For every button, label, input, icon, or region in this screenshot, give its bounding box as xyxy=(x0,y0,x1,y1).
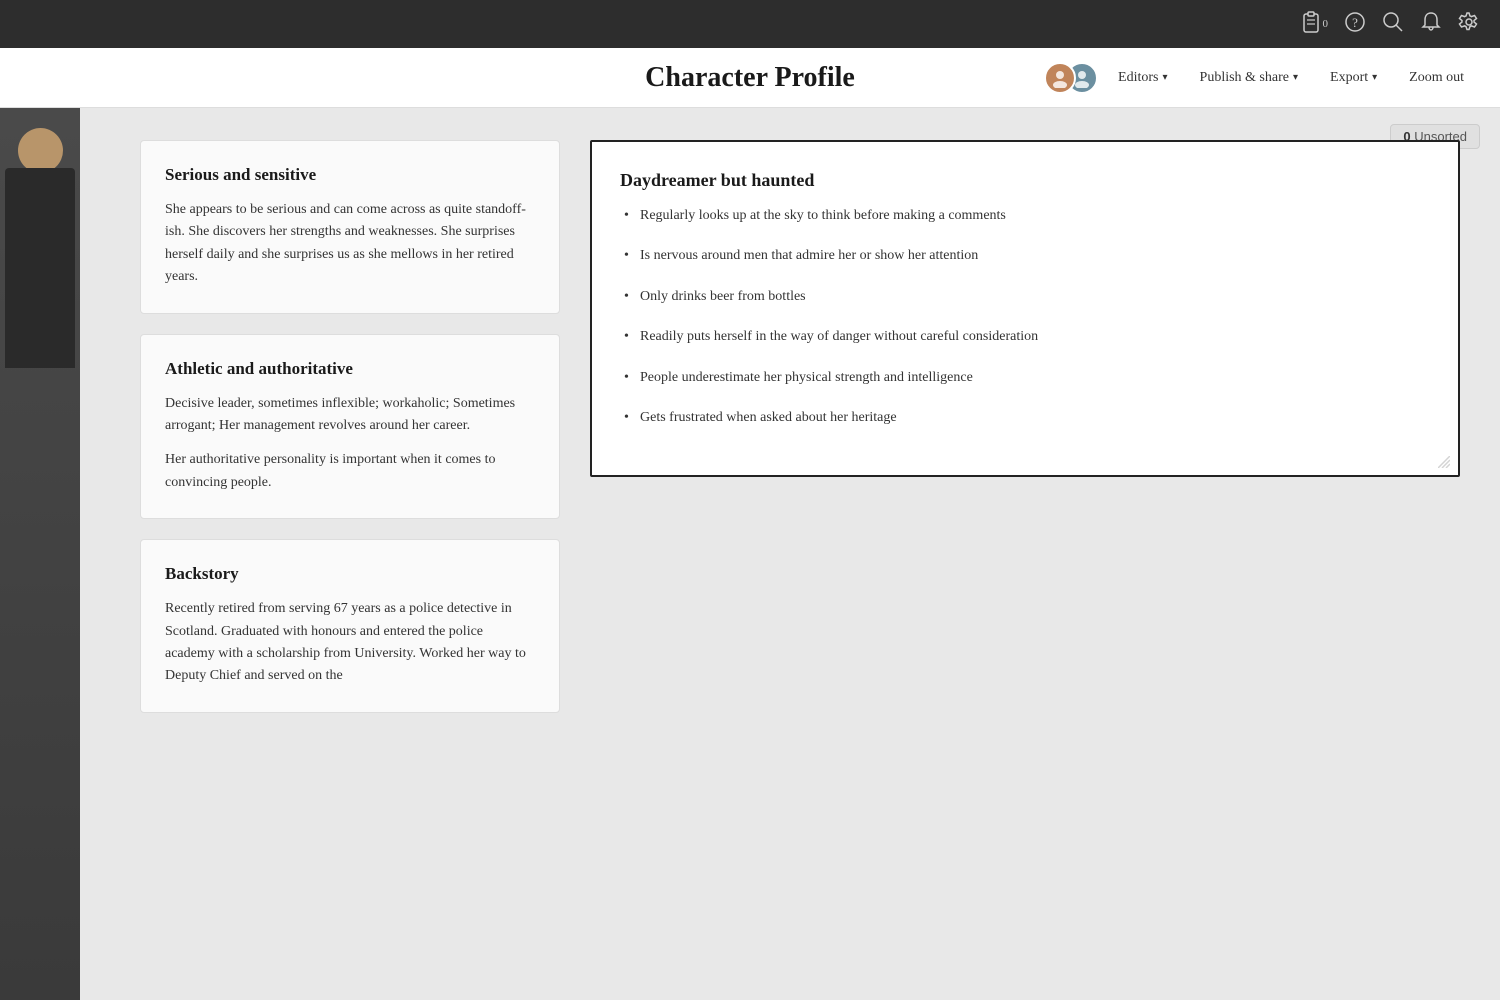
athletic-card-text2: Her authoritative personality is importa… xyxy=(165,449,535,494)
backstory-card-text: Recently retired from serving 67 years a… xyxy=(165,598,535,688)
bullet-item-1: Regularly looks up at the sky to think b… xyxy=(620,205,1430,227)
export-label: Export xyxy=(1330,70,1368,86)
character-body xyxy=(5,168,75,368)
bullet-item-4-text: Readily puts herself in the way of dange… xyxy=(640,329,1038,344)
avatar-group xyxy=(1044,62,1098,94)
editors-button[interactable]: Editors ▾ xyxy=(1106,64,1179,92)
daydreamer-bullet-list: Regularly looks up at the sky to think b… xyxy=(620,205,1430,429)
zoom-out-button[interactable]: Zoom out xyxy=(1397,64,1476,92)
help-icon: ? xyxy=(1344,11,1366,38)
bullet-item-6: Gets frustrated when asked about her her… xyxy=(620,407,1430,429)
bullet-item-5-text: People underestimate her physical streng… xyxy=(640,370,973,385)
top-bar: 0 ? xyxy=(0,0,1500,48)
zoom-out-label: Zoom out xyxy=(1409,70,1464,85)
bell-icon xyxy=(1420,11,1442,38)
athletic-card-text1: Decisive leader, sometimes inflexible; w… xyxy=(165,393,535,438)
serious-card-text: She appears to be serious and can come a… xyxy=(165,199,535,289)
backstory-card: Backstory Recently retired from serving … xyxy=(140,539,560,713)
cards-layout: Serious and sensitive She appears to be … xyxy=(140,140,1460,713)
right-column: Daydreamer but haunted Regularly looks u… xyxy=(590,140,1460,713)
bullet-item-1-text: Regularly looks up at the sky to think b… xyxy=(640,208,1006,223)
daydreamer-card-title: Daydreamer but haunted xyxy=(620,170,1430,191)
editors-label: Editors xyxy=(1118,70,1158,86)
bell-icon-wrapper[interactable] xyxy=(1420,11,1442,38)
serious-card: Serious and sensitive She appears to be … xyxy=(140,140,560,314)
clipboard-icon-wrapper[interactable]: 0 xyxy=(1301,11,1329,38)
character-head xyxy=(18,128,63,173)
publish-chevron: ▾ xyxy=(1293,72,1298,83)
bullet-item-3-text: Only drinks beer from bottles xyxy=(640,289,806,304)
publish-share-button[interactable]: Publish & share ▾ xyxy=(1188,64,1310,92)
search-icon-wrapper[interactable] xyxy=(1382,11,1404,38)
svg-text:?: ? xyxy=(1352,15,1358,30)
clipboard-icon xyxy=(1301,11,1321,38)
bullet-item-3: Only drinks beer from bottles xyxy=(620,286,1430,308)
search-icon xyxy=(1382,11,1404,38)
avatar-editor-1 xyxy=(1044,62,1076,94)
settings-icon xyxy=(1458,11,1480,38)
help-icon-wrapper[interactable]: ? xyxy=(1344,11,1366,38)
page-title: Character Profile xyxy=(645,62,855,94)
athletic-card: Athletic and authoritative Decisive lead… xyxy=(140,334,560,520)
daydreamer-card-wrapper: Daydreamer but haunted Regularly looks u… xyxy=(590,140,1460,477)
header-bar: Character Profile Editors ▾ Publis xyxy=(0,48,1500,108)
bullet-item-2-text: Is nervous around men that admire her or… xyxy=(640,248,978,263)
clipboard-count: 0 xyxy=(1323,18,1329,30)
daydreamer-card: Daydreamer but haunted Regularly looks u… xyxy=(590,140,1460,477)
athletic-card-title: Athletic and authoritative xyxy=(165,359,535,379)
header-actions: Editors ▾ Publish & share ▾ Export ▾ Zoo… xyxy=(1044,62,1476,94)
settings-icon-wrapper[interactable] xyxy=(1458,11,1480,38)
bullet-item-4: Readily puts herself in the way of dange… xyxy=(620,326,1430,348)
editors-chevron: ▾ xyxy=(1163,72,1168,83)
publish-share-label: Publish & share xyxy=(1200,70,1289,86)
export-button[interactable]: Export ▾ xyxy=(1318,64,1389,92)
cards-area: 0 Unsorted Serious and sensitive She app… xyxy=(80,108,1500,1000)
character-image-panel xyxy=(0,108,80,1000)
resize-handle[interactable] xyxy=(1438,455,1452,469)
bullet-item-2: Is nervous around men that admire her or… xyxy=(620,245,1430,267)
character-figure xyxy=(0,108,80,1000)
export-chevron: ▾ xyxy=(1372,72,1377,83)
backstory-card-title: Backstory xyxy=(165,564,535,584)
main-content: 0 Unsorted Serious and sensitive She app… xyxy=(0,108,1500,1000)
left-column: Serious and sensitive She appears to be … xyxy=(140,140,560,713)
bullet-item-5: People underestimate her physical streng… xyxy=(620,367,1430,389)
serious-card-title: Serious and sensitive xyxy=(165,165,535,185)
bullet-item-6-text: Gets frustrated when asked about her her… xyxy=(640,410,897,425)
